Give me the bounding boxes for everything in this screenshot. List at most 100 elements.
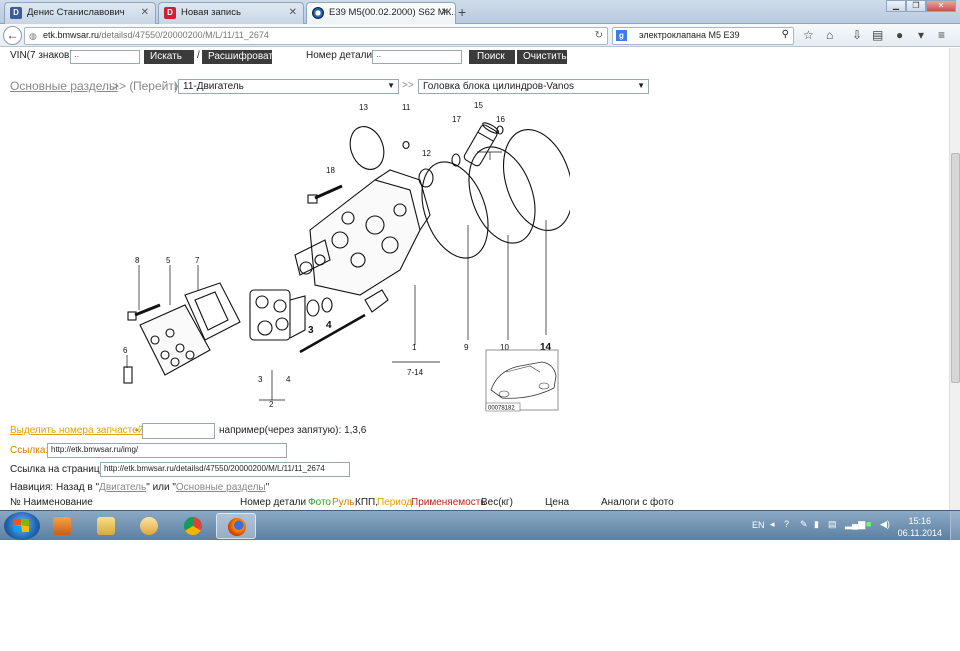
col-period: Период bbox=[377, 497, 413, 508]
breadcrumb-arrows: >> ( bbox=[112, 79, 134, 93]
callout-6[interactable]: 6 bbox=[123, 346, 128, 355]
sections-link[interactable]: Основные разделы bbox=[176, 482, 266, 493]
main-sections-link[interactable]: Основные разделы bbox=[10, 79, 118, 93]
volume-icon[interactable]: ◀) bbox=[880, 519, 890, 530]
callout-15[interactable]: 15 bbox=[474, 101, 483, 110]
group-select[interactable]: 11-Двигатель ▼ bbox=[178, 79, 399, 94]
restore-icon[interactable]: ❐ bbox=[906, 0, 926, 12]
subgroup-select[interactable]: Головка блока цилиндров-Vanos ▼ bbox=[418, 79, 649, 94]
downloads-icon[interactable]: ⇩ bbox=[852, 28, 862, 42]
signal-icon[interactable]: ▂▄▆ bbox=[845, 519, 865, 530]
part-number-input[interactable]: ·· bbox=[372, 50, 462, 64]
col-weight: Вес(кг) bbox=[481, 497, 513, 508]
group-select-value: 11-Двигатель bbox=[183, 81, 244, 92]
callout-11[interactable]: 11 bbox=[402, 103, 411, 112]
callout-9[interactable]: 9 bbox=[464, 343, 469, 352]
callout-5[interactable]: 5 bbox=[166, 256, 171, 265]
vertical-scrollbar[interactable] bbox=[949, 48, 960, 510]
callout-2[interactable]: 2 bbox=[269, 400, 274, 409]
menu-icon[interactable]: ≡ bbox=[938, 28, 945, 42]
close-window-icon[interactable]: ✕ bbox=[926, 0, 956, 12]
windows-logo-icon bbox=[14, 519, 29, 532]
parts-diagram[interactable]: 13 11 15 17 16 12 18 8 5 7 6 1 3 4 2 9 1… bbox=[110, 100, 570, 418]
clear-button[interactable]: Очистить bbox=[517, 50, 567, 64]
globe-icon: ◍ bbox=[29, 31, 37, 41]
callout-3a[interactable]: 3 bbox=[258, 375, 263, 384]
ring-13 bbox=[349, 126, 385, 170]
callout-8[interactable]: 8 bbox=[135, 256, 140, 265]
ring-11 bbox=[402, 140, 410, 150]
callout-4a[interactable]: 4 bbox=[286, 375, 291, 384]
minimize-icon[interactable]: ▁ bbox=[886, 0, 906, 12]
col-photo: Фото bbox=[308, 497, 331, 508]
callout-3[interactable]: 3 bbox=[308, 325, 314, 336]
taskbar-media-player[interactable] bbox=[42, 513, 82, 539]
page-link-input[interactable]: http://etk.bmwsar.ru/detailsd/47550/2000… bbox=[100, 462, 350, 477]
highlight-parts-link[interactable]: Выделить номера запчастей bbox=[10, 425, 143, 436]
callout-17[interactable]: 17 bbox=[452, 115, 461, 124]
star-icon[interactable]: ☆ bbox=[803, 28, 814, 42]
callout-12[interactable]: 12 bbox=[422, 149, 431, 158]
url-path: /detailsd/47550/20000200/M/L/11/11_2674 bbox=[99, 30, 269, 40]
addon-dropdown-icon[interactable]: ▾ bbox=[918, 28, 924, 42]
callout-7-14[interactable]: 7-14 bbox=[407, 368, 424, 377]
start-button[interactable] bbox=[4, 512, 40, 540]
search-button[interactable]: Поиск bbox=[469, 50, 515, 64]
decode-button[interactable]: Расшифровать bbox=[202, 50, 278, 64]
callout-7[interactable]: 7 bbox=[195, 256, 200, 265]
callout-4[interactable]: 4 bbox=[326, 320, 332, 331]
close-tab-icon[interactable]: ✕ bbox=[441, 7, 449, 18]
google-icon[interactable]: g bbox=[616, 30, 627, 41]
tab-denis[interactable]: D Денис Станиславович ✕ bbox=[4, 2, 156, 24]
addon-icon[interactable]: ● bbox=[896, 28, 903, 42]
navigation-middle: " или " bbox=[146, 482, 176, 493]
callout-1[interactable]: 1 bbox=[412, 343, 417, 352]
back-arrow-icon[interactable]: ← bbox=[3, 26, 22, 45]
tray-green-icon[interactable]: ■ bbox=[866, 519, 871, 529]
clock[interactable]: 15:16 06.11.2014 bbox=[898, 515, 942, 539]
breadcrumb-arrows-2: >> bbox=[402, 80, 414, 91]
tray-app-icon[interactable]: ▤ bbox=[828, 519, 837, 530]
highlight-input[interactable] bbox=[142, 423, 215, 439]
close-tab-icon[interactable]: ✕ bbox=[141, 7, 149, 18]
show-desktop-button[interactable] bbox=[950, 511, 960, 540]
callout-16[interactable]: 16 bbox=[496, 115, 505, 124]
home-icon[interactable]: ⌂ bbox=[826, 28, 833, 42]
col-kpp: КПП, bbox=[355, 497, 378, 508]
drive2-favicon-icon: D bbox=[10, 7, 22, 19]
tab-new-post[interactable]: D Новая запись ✕ bbox=[158, 2, 304, 24]
new-tab-icon[interactable]: + bbox=[458, 4, 466, 20]
taskbar-chrome[interactable] bbox=[173, 513, 213, 539]
chevron-down-icon: ▼ bbox=[387, 81, 395, 90]
tab-bmw-etk[interactable]: E39 M5(00.02.2000) S62 МК... ✕ bbox=[306, 2, 456, 25]
solenoid-valve-block bbox=[249, 289, 306, 341]
scrollbar-thumb[interactable] bbox=[951, 153, 960, 383]
language-indicator[interactable]: EN bbox=[752, 520, 765, 530]
help-icon[interactable]: ? bbox=[784, 519, 789, 529]
browser-nav-bar: ← ◍ etk.bmwsar.ru/detailsd/47550/2000020… bbox=[0, 24, 960, 47]
bookmarks-icon[interactable]: ▤ bbox=[872, 28, 883, 42]
vin-input[interactable]: ·· bbox=[70, 50, 140, 64]
close-tab-icon[interactable]: ✕ bbox=[289, 7, 297, 18]
image-link-input[interactable]: http://etk.bmwsar.ru/img/ bbox=[47, 443, 287, 458]
taskbar-libraries[interactable] bbox=[129, 513, 169, 539]
url-bar[interactable]: ◍ etk.bmwsar.ru/detailsd/47550/20000200/… bbox=[24, 27, 608, 45]
callout-13[interactable]: 13 bbox=[359, 103, 368, 112]
url-host: etk.bmwsar.ru bbox=[43, 30, 100, 40]
pen-icon[interactable]: ✎ bbox=[800, 519, 808, 530]
col-part-number: Номер детали bbox=[240, 497, 307, 508]
taskbar-explorer[interactable] bbox=[86, 513, 126, 539]
firefox-icon bbox=[228, 518, 246, 536]
search-bar[interactable]: g электроклапана М5 Е39 ⚲ bbox=[612, 27, 794, 45]
highlight-dash: - bbox=[135, 425, 139, 436]
find-button[interactable]: Искать bbox=[144, 50, 194, 64]
engine-link[interactable]: Двигатель bbox=[99, 482, 146, 493]
tray-expand-icon[interactable]: ◂ bbox=[770, 519, 775, 530]
network-icon[interactable]: ▮ bbox=[814, 519, 819, 530]
clock-time: 15:16 bbox=[908, 516, 932, 526]
drive2-favicon-icon: D bbox=[164, 7, 176, 19]
search-icon[interactable]: ⚲ bbox=[782, 29, 789, 40]
reload-icon[interactable]: ↻ bbox=[595, 30, 603, 41]
taskbar-firefox[interactable] bbox=[216, 513, 256, 539]
callout-18[interactable]: 18 bbox=[326, 166, 335, 175]
